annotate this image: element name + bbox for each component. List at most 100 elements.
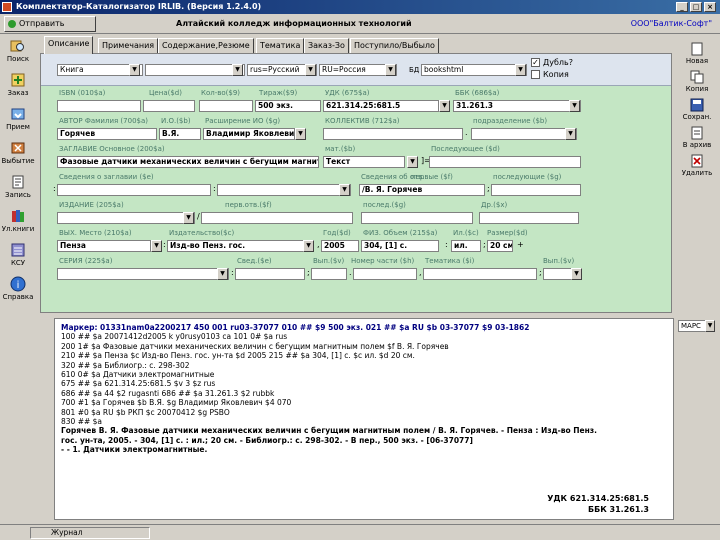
receive-tool[interactable]: Прием [1, 104, 35, 138]
order-tool[interactable]: Заказ [1, 70, 35, 104]
ill-field[interactable]: ил. [451, 240, 481, 252]
qty-field[interactable] [199, 100, 253, 112]
author-surname-field[interactable]: Горячев [57, 128, 157, 140]
series-dropdown-icon[interactable]: ▼ [217, 268, 228, 280]
size-field[interactable]: 20 см. [487, 240, 513, 252]
series-issue-field[interactable] [311, 268, 347, 280]
collective-field[interactable] [323, 128, 463, 140]
author-fullname-field[interactable]: Владимир Яковлевич [203, 128, 295, 140]
tab-contents[interactable]: Содержание,Резюме [158, 38, 254, 53]
price-field[interactable] [143, 100, 195, 112]
window-title: Комплектатор-Каталогизатор IRLIB. (Верси… [16, 2, 262, 11]
tab-subjects[interactable]: Тематика [256, 38, 305, 53]
series-field[interactable] [57, 268, 229, 280]
pref-title-field[interactable] [429, 156, 581, 168]
type2-select[interactable] [145, 64, 245, 76]
doc-type-dropdown-icon[interactable]: ▼ [129, 64, 140, 76]
edition-field[interactable] [57, 212, 195, 224]
udk-field[interactable]: 621.314.25:681.5 [323, 100, 439, 112]
pages-label: ФИЗ. Объем (215$a) [363, 229, 438, 237]
series-end-dropdown-icon[interactable]: ▼ [571, 268, 582, 280]
database-select[interactable]: bookshtml [421, 64, 527, 76]
gmd-field[interactable]: Текст [323, 156, 405, 168]
dispose-tool-label: Выбытие [1, 157, 35, 165]
gmd-dropdown-icon[interactable]: ▼ [407, 156, 418, 168]
country-dropdown-icon[interactable]: ▼ [385, 64, 396, 76]
tab-description[interactable]: Описание [44, 36, 94, 54]
author-dropdown-icon[interactable]: ▼ [295, 128, 306, 140]
copy-label: Копия [543, 70, 569, 79]
journal-panel[interactable]: Журнал [30, 527, 150, 539]
series-issue-label-2: Вып.($v) [543, 257, 575, 265]
record-line: 210 ## $a Пенза $c Изд-во Пенз. гос. ун-… [61, 351, 415, 361]
bbk-label: ББК (686$a) [455, 89, 500, 97]
udk-dropdown-icon[interactable]: ▼ [439, 100, 450, 112]
isbn-field[interactable] [57, 100, 141, 112]
edition-next-field[interactable] [361, 212, 473, 224]
vendor-link[interactable]: ООО"Балтик-Софт" [631, 19, 712, 28]
record-line: 200 1# $a Фазовые датчики механических в… [61, 341, 449, 351]
bbk-field[interactable]: 31.261.3 [453, 100, 581, 112]
status-bar: Журнал [0, 524, 720, 540]
record-line: 801 #0 $a RU $b РКП $c 20070412 $g PSBO [61, 407, 230, 417]
responsibility-next-field[interactable] [491, 184, 581, 196]
format-select[interactable]: МАРС [678, 320, 706, 332]
edition-other-field[interactable] [479, 212, 579, 224]
tab-order[interactable]: Заказ-Зо [304, 38, 349, 53]
year-field[interactable]: 2005 [321, 240, 359, 252]
series-part-field[interactable] [353, 268, 417, 280]
description-form: Книга ▼ ▼ rus=Русский ▼ RU=Россия ▼ БД b… [40, 53, 672, 313]
duplicate-label: Дубль? [543, 58, 573, 67]
maximize-button[interactable]: □ [690, 2, 702, 12]
minimize-button[interactable]: _ [676, 2, 688, 12]
ksu-tool[interactable]: КСУ [1, 240, 35, 274]
edition-dropdown-icon[interactable]: ▼ [183, 212, 194, 224]
database-dropdown-icon[interactable]: ▼ [515, 64, 526, 76]
pages-field[interactable]: 304, [1] с. [361, 240, 439, 252]
record-line: Маркер: 01331nam0a2200217 450 001 ru03-3… [61, 323, 530, 332]
ksu-tool-label: КСУ [10, 259, 26, 267]
other-title-dropdown-icon[interactable]: ▼ [339, 184, 350, 196]
pub-place-field[interactable]: Пенза [57, 240, 151, 252]
publisher-field[interactable]: Изд-во Пенз. гос. [167, 240, 313, 252]
author-initials-field[interactable]: В.Я. [159, 128, 201, 140]
subdivision-dropdown-icon[interactable]: ▼ [565, 128, 576, 140]
search-tool[interactable]: Поиск [1, 36, 35, 70]
responsibility-field[interactable]: /В. Я. Горячев [359, 184, 485, 196]
bbk-dropdown-icon[interactable]: ▼ [569, 100, 580, 112]
help-tool[interactable]: i Справка [1, 274, 35, 308]
college-name: Алтайский колледж информационных техноло… [176, 19, 412, 28]
other-title-field-2[interactable] [217, 184, 351, 196]
marc-record-view[interactable]: Маркер: 01331nam0a2200217 450 001 ru03-3… [54, 318, 674, 520]
send-button[interactable]: Отправить [4, 16, 96, 32]
duplicate-checkbox[interactable]: ✓ [531, 58, 540, 67]
language-dropdown-icon[interactable]: ▼ [305, 64, 316, 76]
dispose-tool[interactable]: Выбытие [1, 138, 35, 172]
semicolon-sep-3: ; [307, 268, 310, 277]
pub-place-dropdown-icon[interactable]: ▼ [151, 240, 162, 252]
edition-first-field[interactable] [201, 212, 353, 224]
resp-next-label: последующие ($g) [493, 173, 562, 181]
type2-dropdown-icon[interactable]: ▼ [232, 64, 243, 76]
circulation-field[interactable]: 500 экз. [255, 100, 321, 112]
ill-label: Ил.($c) [453, 229, 479, 237]
books-tool[interactable]: Ул.книги [1, 206, 35, 240]
series-subject-field[interactable] [423, 268, 537, 280]
series-info-field[interactable] [235, 268, 305, 280]
delete-record-button[interactable]: Удалить [676, 152, 718, 186]
tab-received[interactable]: Поступило/Выбыло [350, 38, 439, 53]
title-field[interactable]: Фазовые датчики механических величин с б… [57, 156, 319, 168]
tab-notes[interactable]: Примечания [98, 38, 159, 53]
dispose-icon [11, 142, 25, 154]
format-dropdown-icon[interactable]: ▼ [705, 320, 715, 332]
subdivision-field[interactable] [471, 128, 577, 140]
close-button[interactable]: × [704, 2, 716, 12]
edition-label: ИЗДАНИЕ (205$a) [59, 201, 124, 209]
price-label: Цена($d) [149, 89, 182, 97]
series-info-label: Свед.($e) [237, 257, 272, 265]
publisher-dropdown-icon[interactable]: ▼ [303, 240, 314, 252]
other-title-field[interactable] [57, 184, 211, 196]
record-tool[interactable]: Запись [1, 172, 35, 206]
copy-checkbox[interactable] [531, 70, 540, 79]
title-label: ЗАГЛАВИЕ Основное (200$a) [59, 145, 165, 153]
